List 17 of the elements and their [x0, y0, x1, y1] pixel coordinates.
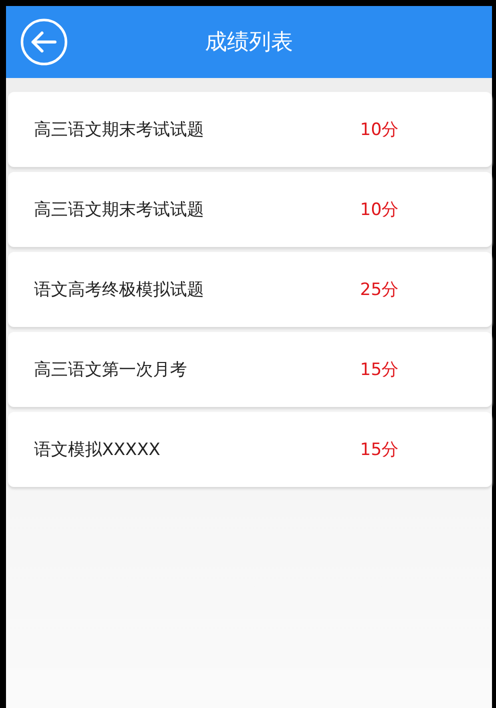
page-title: 成绩列表: [205, 29, 293, 57]
score-card[interactable]: 高三语文第一次月考 15分: [8, 332, 492, 407]
exam-score: 10分: [360, 119, 399, 141]
score-card[interactable]: 语文模拟XXXXX 15分: [8, 412, 492, 487]
exam-name: 语文高考终极模拟试题: [34, 279, 205, 301]
exam-name: 高三语文期末考试试题: [34, 199, 205, 221]
back-button[interactable]: [20, 18, 68, 66]
score-card[interactable]: 高三语文期末考试试题 10分: [8, 172, 492, 247]
exam-score: 25分: [360, 279, 399, 301]
score-card[interactable]: 高三语文期末考试试题 10分: [8, 92, 492, 167]
score-card[interactable]: 语文高考终极模拟试题 25分: [8, 252, 492, 327]
exam-name: 高三语文第一次月考: [34, 359, 188, 381]
exam-name: 高三语文期末考试试题: [34, 119, 205, 141]
exam-score: 10分: [360, 199, 399, 221]
exam-name: 语文模拟XXXXX: [34, 439, 162, 461]
exam-score: 15分: [360, 439, 399, 461]
exam-score: 15分: [360, 359, 399, 381]
